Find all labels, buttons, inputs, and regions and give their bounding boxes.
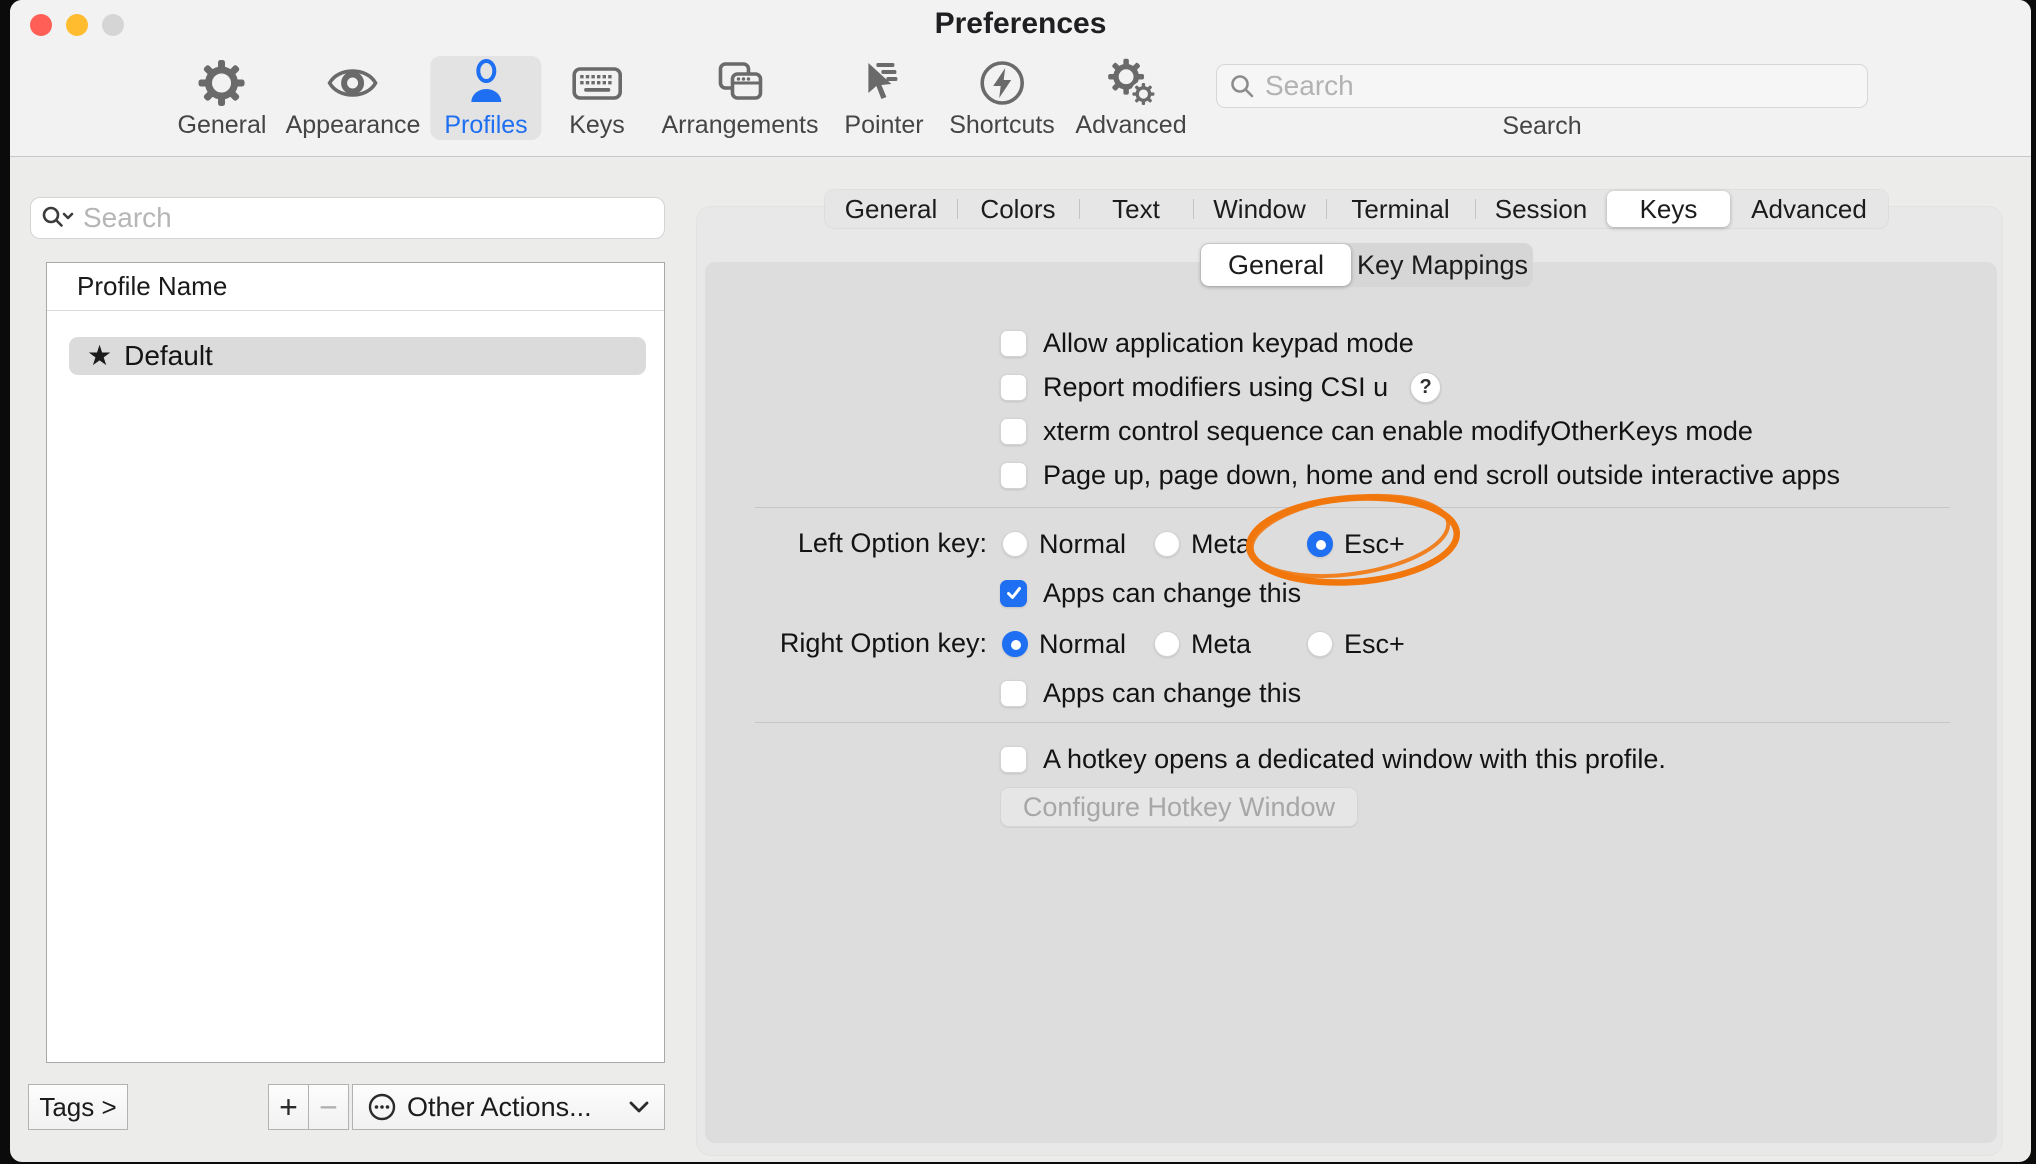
tab-advanced[interactable]: Advanced [1730,190,1888,228]
other-actions-button[interactable]: Other Actions... [352,1084,665,1130]
checkbox-row: Page up, page down, home and end scroll … [1000,458,1840,492]
toolbar-item-shortcuts[interactable]: Shortcuts [935,56,1069,140]
profile-name: Default [124,340,213,372]
star-icon: ★ [87,342,112,370]
toolbar-item-advanced[interactable]: Advanced [1061,56,1200,140]
add-profile-button[interactable]: + [269,1085,309,1129]
radio-icon[interactable] [1307,531,1333,557]
checkbox-row: Report modifiers using CSI u ? [1000,370,1441,404]
toolbar-item-profiles[interactable]: Profiles [430,56,541,140]
tab-general[interactable]: General [825,190,957,228]
subtab-key-mappings[interactable]: Key Mappings [1352,243,1533,287]
checkbox-label: Allow application keypad mode [1043,328,1414,359]
add-remove-segment: + − [268,1084,349,1130]
checkbox-row: A hotkey opens a dedicated window with t… [1000,742,1666,776]
toolbar-label: Advanced [1075,111,1186,140]
toolbar-label: Arrangements [661,111,818,140]
gear-icon [196,58,248,108]
tab-window[interactable]: Window [1193,190,1326,228]
profile-tabbar: General Colors Text Window Terminal Sess… [825,190,1888,228]
radio-icon[interactable] [1307,631,1333,657]
section-divider [755,507,1950,508]
keyboard-icon [571,58,623,108]
checkbox-keypad-mode[interactable] [1000,330,1027,357]
checkbox-row: Apps can change this [1000,576,1301,610]
radio-right-meta[interactable]: Meta [1154,627,1251,661]
profile-row-default[interactable]: ★ Default [69,337,646,375]
ellipsis-circle-icon [367,1092,397,1122]
checkbox-label: Apps can change this [1043,578,1301,609]
cursor-icon [858,58,910,108]
toolbar-label: General [178,111,267,140]
checkbox-row: xterm control sequence can enable modify… [1000,414,1753,448]
radio-left-normal[interactable]: Normal [1002,527,1126,561]
checkbox-left-apps-can-change[interactable] [1000,580,1027,607]
toolbar: Preferences Ge [10,0,2031,157]
tab-colors[interactable]: Colors [957,190,1079,228]
toolbar-item-appearance[interactable]: Appearance [272,56,435,140]
toolbar-item-general[interactable]: General [164,56,281,140]
preferences-window: Preferences Ge [10,0,2031,1162]
toolbar-search-field[interactable] [1216,64,1868,108]
tab-session[interactable]: Session [1475,190,1607,228]
section-divider [755,722,1950,723]
radio-right-esc[interactable]: Esc+ [1307,627,1405,661]
windows-icon [714,58,766,108]
tab-text[interactable]: Text [1079,190,1193,228]
checkbox-label: A hotkey opens a dedicated window with t… [1043,744,1666,775]
toolbar-search-label: Search [1216,112,1868,141]
toolbar-label: Appearance [286,111,421,140]
gears-icon [1105,58,1157,108]
search-scope-icon[interactable] [41,205,75,231]
profile-list: Profile Name ★ Default [46,262,665,1063]
toolbar-label: Shortcuts [949,111,1055,140]
checkbox-label: xterm control sequence can enable modify… [1043,416,1753,447]
profile-list-header: Profile Name [47,263,664,311]
toolbar-label: Profiles [444,111,527,140]
subtab-general[interactable]: General [1201,244,1351,286]
person-icon [460,58,512,108]
tab-keys[interactable]: Keys [1607,191,1730,227]
radio-icon[interactable] [1154,531,1180,557]
toolbar-label: Pointer [844,111,923,140]
search-icon [1229,73,1255,99]
left-option-key-label: Left Option key: [667,528,987,559]
toolbar-item-pointer[interactable]: Pointer [830,56,937,140]
checkbox-row: Allow application keypad mode [1000,326,1414,360]
checkbox-csi-u[interactable] [1000,374,1027,401]
eye-icon [327,58,379,108]
toolbar-label: Keys [569,111,625,140]
radio-right-normal[interactable]: Normal [1002,627,1126,661]
radio-left-meta[interactable]: Meta [1154,527,1251,561]
radio-icon[interactable] [1154,631,1180,657]
profile-search-field[interactable] [30,197,665,239]
help-button[interactable]: ? [1410,372,1441,403]
tab-terminal[interactable]: Terminal [1326,190,1475,228]
radio-icon[interactable] [1002,531,1028,557]
checkbox-scroll-outside-apps[interactable] [1000,462,1027,489]
configure-hotkey-window-button: Configure Hotkey Window [1000,787,1358,827]
lightning-icon [976,58,1028,108]
right-option-key-label: Right Option key: [667,628,987,659]
profile-search-input[interactable] [83,202,654,234]
keys-subtabbar: General Key Mappings [1200,243,1533,287]
checkbox-hotkey-window[interactable] [1000,746,1027,773]
chevron-down-icon [628,1100,650,1114]
checkbox-label: Report modifiers using CSI u [1043,372,1388,403]
other-actions-label: Other Actions... [407,1092,592,1123]
checkbox-modify-other-keys[interactable] [1000,418,1027,445]
toolbar-item-arrangements[interactable]: Arrangements [647,56,832,140]
toolbar-search-input[interactable] [1265,70,1855,102]
toolbar-item-keys[interactable]: Keys [555,56,639,140]
checkbox-right-apps-can-change[interactable] [1000,680,1027,707]
checkbox-label: Page up, page down, home and end scroll … [1043,460,1840,491]
checkbox-row: Apps can change this [1000,676,1301,710]
remove-profile-button: − [309,1085,348,1129]
checkbox-label: Apps can change this [1043,678,1301,709]
radio-left-esc[interactable]: Esc+ [1307,527,1405,561]
tags-button[interactable]: Tags > [28,1084,128,1130]
radio-icon[interactable] [1002,631,1028,657]
window-title: Preferences [10,7,2031,41]
